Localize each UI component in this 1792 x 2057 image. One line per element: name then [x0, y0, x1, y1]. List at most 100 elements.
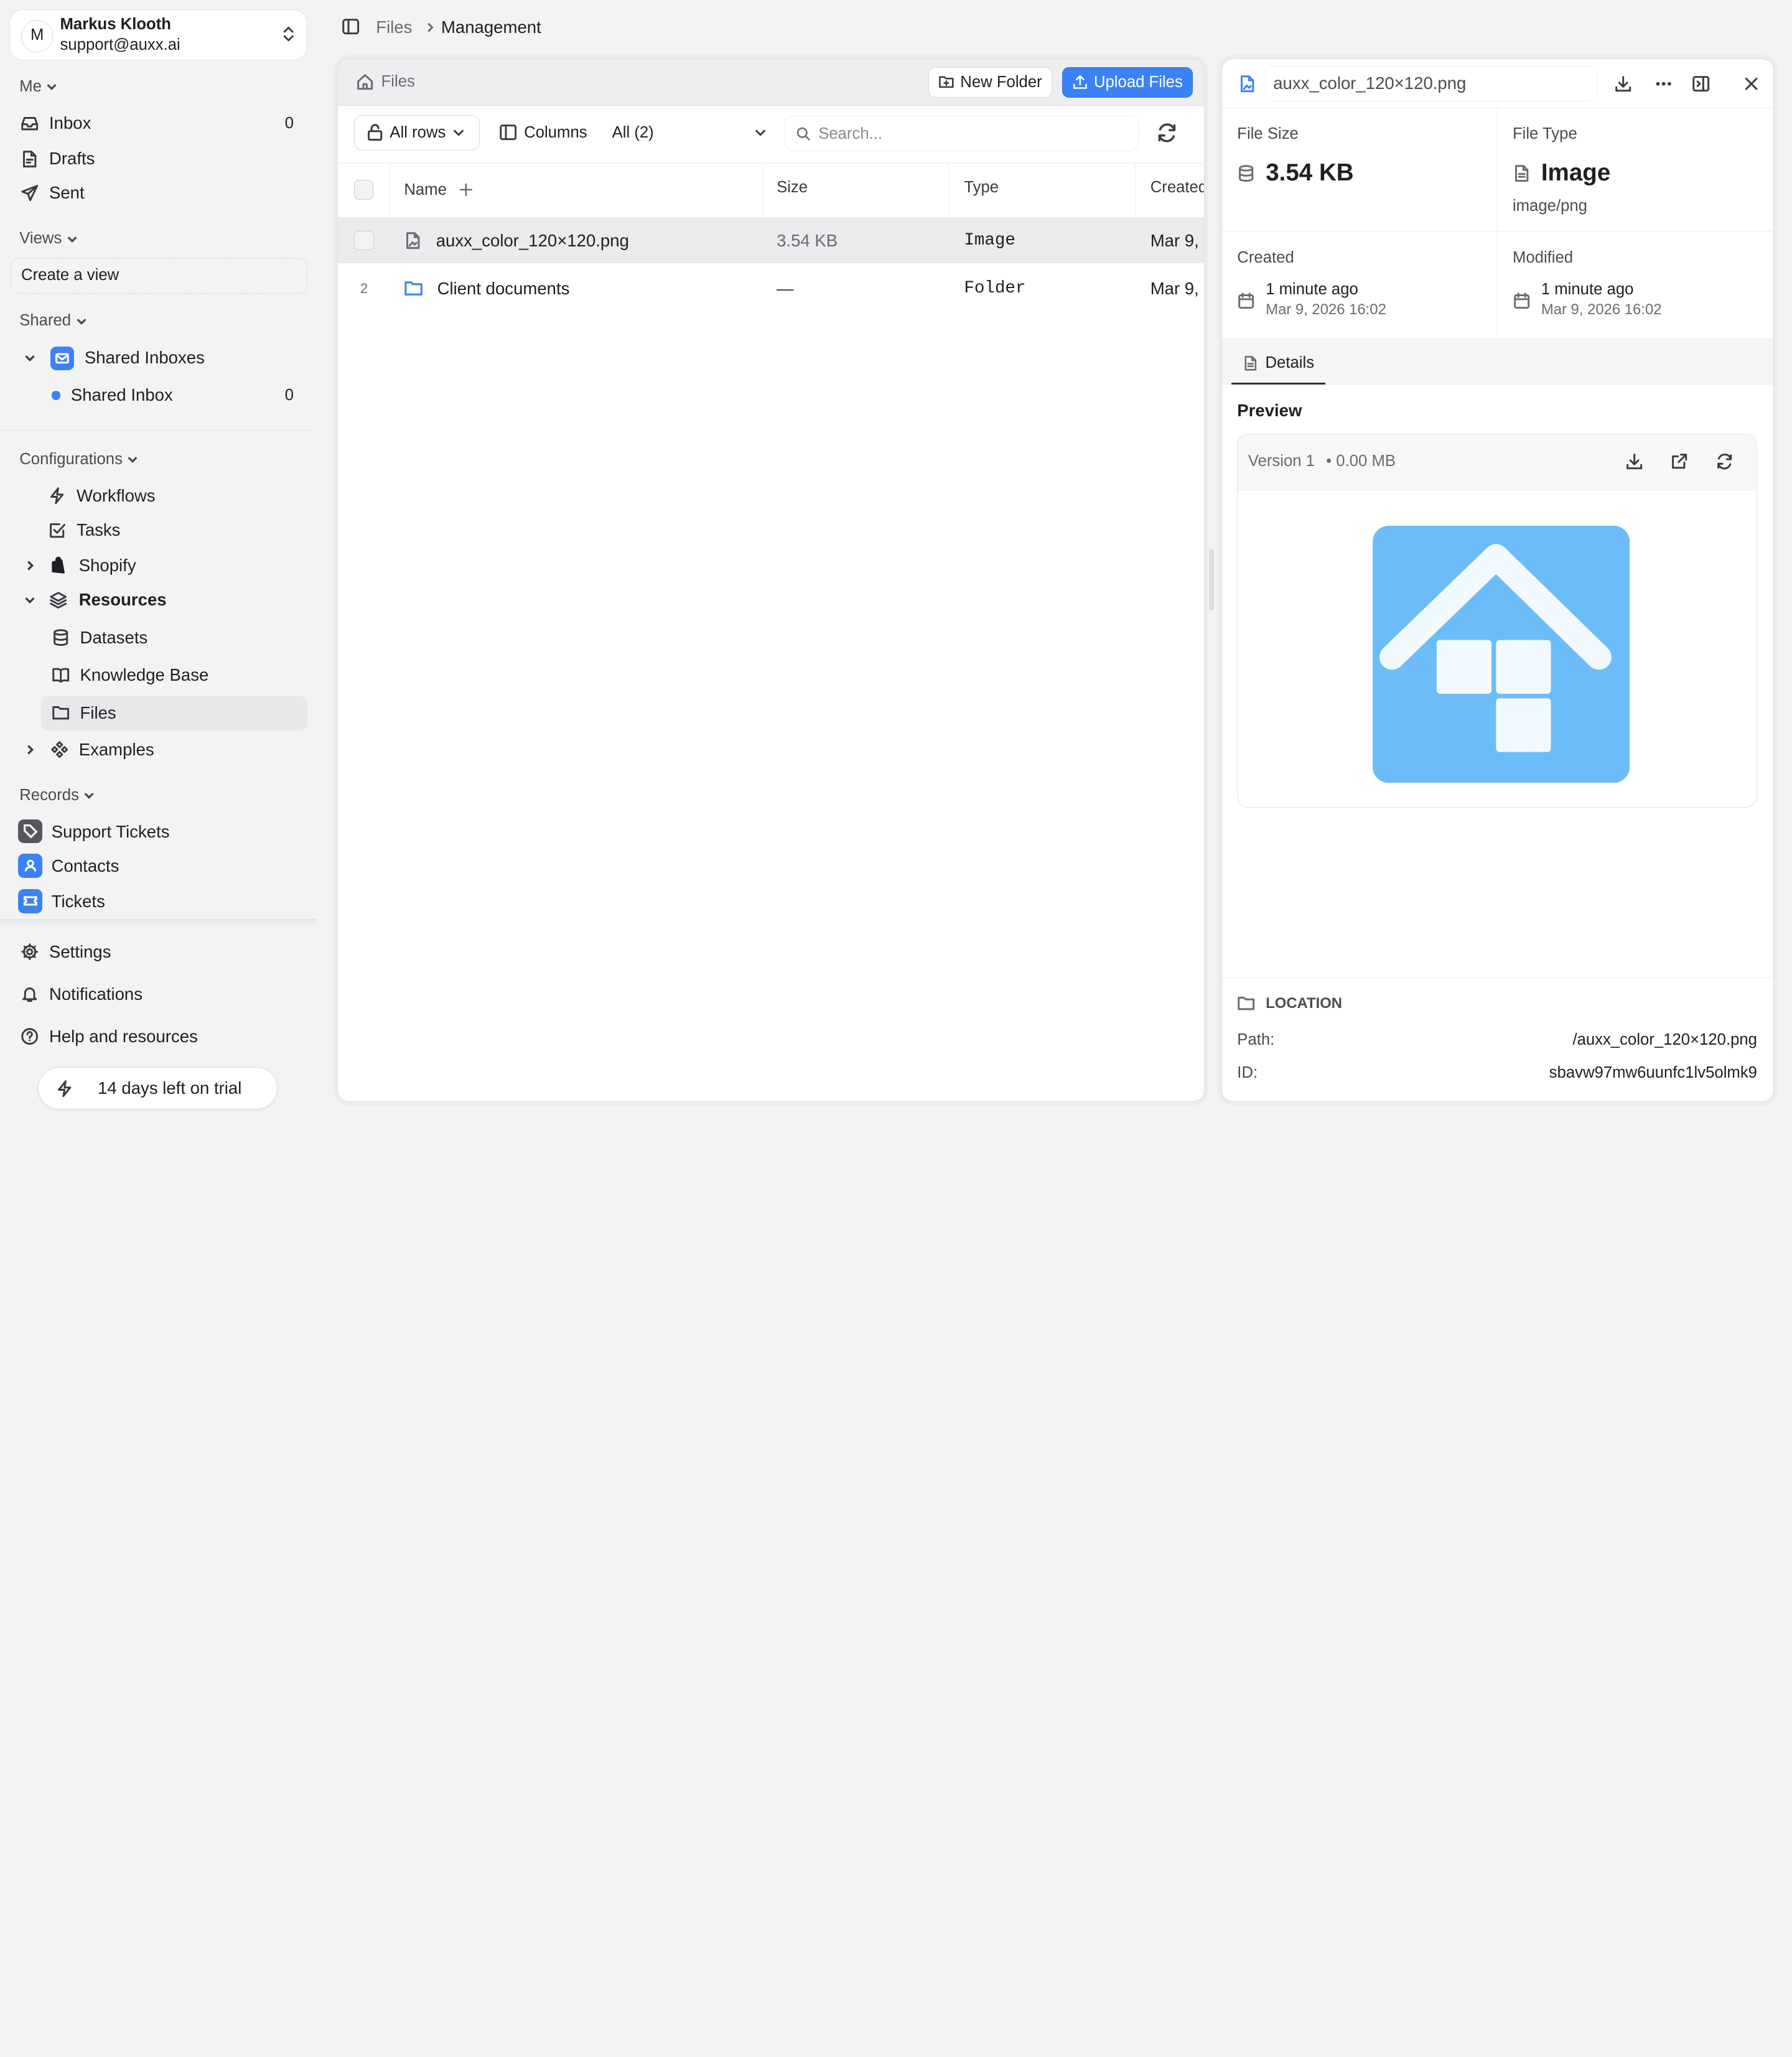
created-relative: 1 minute ago	[1266, 280, 1358, 298]
help-circle-icon	[21, 1028, 39, 1045]
columns-label: Columns	[524, 123, 587, 141]
file-size-label: File Size	[1237, 125, 1299, 143]
sidebar-item-help[interactable]: Help and resources	[11, 1019, 307, 1053]
lock-icon	[367, 124, 383, 141]
upload-files-label: Upload Files	[1093, 73, 1183, 91]
chevron-right-icon[interactable]	[23, 559, 37, 572]
download-icon[interactable]	[1625, 452, 1643, 470]
panel-toggle-icon[interactable]	[1692, 75, 1710, 93]
all-rows-label: All rows	[390, 123, 446, 141]
document-icon	[1514, 164, 1529, 182]
refresh-icon[interactable]	[1715, 452, 1734, 470]
section-shared-label: Shared	[19, 312, 72, 330]
sidebar-item-tasks[interactable]: Tasks	[11, 513, 307, 548]
section-shared[interactable]: Shared	[19, 312, 88, 330]
select-all-checkbox[interactable]	[353, 180, 374, 200]
resize-handle[interactable]	[1209, 548, 1214, 610]
sidebar-item-shopify[interactable]: Shopify	[11, 549, 307, 583]
sidebar-item-sent[interactable]: Sent	[11, 176, 307, 210]
sidebar-item-inbox[interactable]: Inbox 0	[11, 106, 307, 141]
file-created: Mar 9,	[1150, 278, 1199, 298]
sidebar-item-resources[interactable]: Resources	[11, 583, 307, 617]
filename-field[interactable]: auxx_color_120×120.png	[1266, 65, 1597, 101]
create-view-button[interactable]: Create a view	[10, 258, 308, 294]
file-type-card: File Type Image image/png	[1498, 108, 1773, 231]
column-name-label: Name	[404, 180, 447, 198]
id-value: sbavw97mw6uunfc1lv5olmk9	[1549, 1064, 1757, 1082]
more-icon[interactable]	[1654, 75, 1673, 93]
sidebar-item-shared-inboxes[interactable]: Shared Inboxes	[11, 340, 307, 375]
row-select-cell	[338, 218, 390, 263]
column-header-size[interactable]: Size	[763, 163, 950, 217]
close-icon[interactable]	[1742, 75, 1760, 93]
columns-button[interactable]: Columns	[499, 115, 587, 151]
section-records[interactable]: Records	[19, 786, 96, 805]
folder-plus-icon	[939, 76, 954, 88]
sidebar-item-label: Shared Inboxes	[84, 347, 205, 367]
breadcrumb-files[interactable]: Files	[376, 17, 412, 37]
search-input[interactable]	[818, 121, 1127, 147]
home-icon	[357, 73, 373, 90]
plus-icon[interactable]	[458, 182, 474, 198]
avatar: M	[21, 20, 54, 52]
section-configurations-label: Configurations	[19, 450, 123, 468]
view-select-value: All (2)	[612, 123, 654, 141]
trial-button[interactable]: 14 days left on trial	[37, 1067, 278, 1110]
refresh-icon[interactable]	[1156, 122, 1178, 144]
table-row[interactable]: 2 Client documents — Folder Mar 9,	[338, 266, 1204, 311]
drafts-icon	[23, 150, 37, 167]
folder-icon	[1238, 997, 1255, 1010]
all-rows-dropdown[interactable]: All rows	[353, 114, 480, 151]
section-me[interactable]: Me	[19, 78, 58, 96]
chevron-right-icon[interactable]	[23, 743, 37, 757]
sidebar-toggle-icon[interactable]	[342, 17, 360, 35]
account-name: Markus Klooth	[60, 15, 172, 33]
files-toolbar: All rows Columns All (2)	[338, 106, 1204, 163]
column-header-type[interactable]: Type	[949, 163, 1136, 217]
file-type: Folder	[964, 279, 1026, 299]
sidebar-item-support-tickets[interactable]: Support Tickets	[11, 815, 307, 849]
inbox-icon	[21, 116, 39, 131]
sidebar-item-drafts[interactable]: Drafts	[11, 142, 307, 176]
download-icon[interactable]	[1614, 75, 1632, 93]
chevron-right-icon	[427, 22, 434, 32]
version-info: Version 1 • 0.00 MB	[1248, 452, 1396, 470]
sidebar-item-files[interactable]: Files	[41, 696, 308, 730]
column-header-name[interactable]: Name	[390, 163, 763, 217]
book-icon	[52, 668, 69, 683]
sidebar-item-tickets[interactable]: Tickets	[11, 885, 307, 919]
section-configurations[interactable]: Configurations	[19, 450, 139, 469]
chevron-down-icon[interactable]	[23, 593, 37, 607]
preview-heading: Preview	[1237, 400, 1302, 420]
sidebar-item-label: Drafts	[49, 149, 95, 169]
chevron-down-icon[interactable]	[23, 351, 37, 365]
select-all-cell	[338, 163, 391, 217]
chevron-down-icon	[77, 318, 86, 325]
section-views[interactable]: Views	[19, 230, 79, 248]
table-row[interactable]: auxx_color_120×120.png 3.54 KB Image Mar…	[337, 217, 1204, 264]
gear-icon	[21, 943, 39, 961]
view-select[interactable]: All (2)	[612, 115, 768, 151]
sidebar-item-examples[interactable]: Examples	[11, 732, 307, 767]
file-created: Mar 9,	[1150, 230, 1199, 250]
sidebar-item-shared-inbox[interactable]: Shared Inbox 0	[11, 378, 307, 413]
sidebar-item-label: Tasks	[77, 520, 121, 540]
row-checkbox[interactable]	[354, 231, 374, 251]
account-switcher[interactable]: M Markus Klooth support@auxx.ai	[9, 9, 308, 61]
tab-details[interactable]: Details	[1231, 343, 1325, 385]
sidebar-item-settings[interactable]: Settings	[11, 935, 307, 969]
external-link-icon[interactable]	[1670, 452, 1688, 470]
send-icon	[21, 184, 39, 201]
sidebar-item-datasets[interactable]: Datasets	[11, 620, 307, 655]
sidebar-item-knowledge-base[interactable]: Knowledge Base	[11, 658, 307, 693]
new-folder-label: New Folder	[960, 73, 1042, 91]
sidebar-item-contacts[interactable]: Contacts	[11, 849, 307, 884]
sidebar-item-workflows[interactable]: Workflows	[11, 479, 307, 513]
sidebar-item-notifications[interactable]: Notifications	[11, 977, 307, 1011]
new-folder-button[interactable]: New Folder	[928, 67, 1052, 98]
column-header-created[interactable]: Created	[1136, 164, 1204, 216]
upload-files-button[interactable]: Upload Files	[1062, 67, 1193, 98]
chevron-down-icon	[67, 236, 77, 243]
user-icon	[18, 854, 42, 878]
file-type: Image	[964, 231, 1015, 251]
